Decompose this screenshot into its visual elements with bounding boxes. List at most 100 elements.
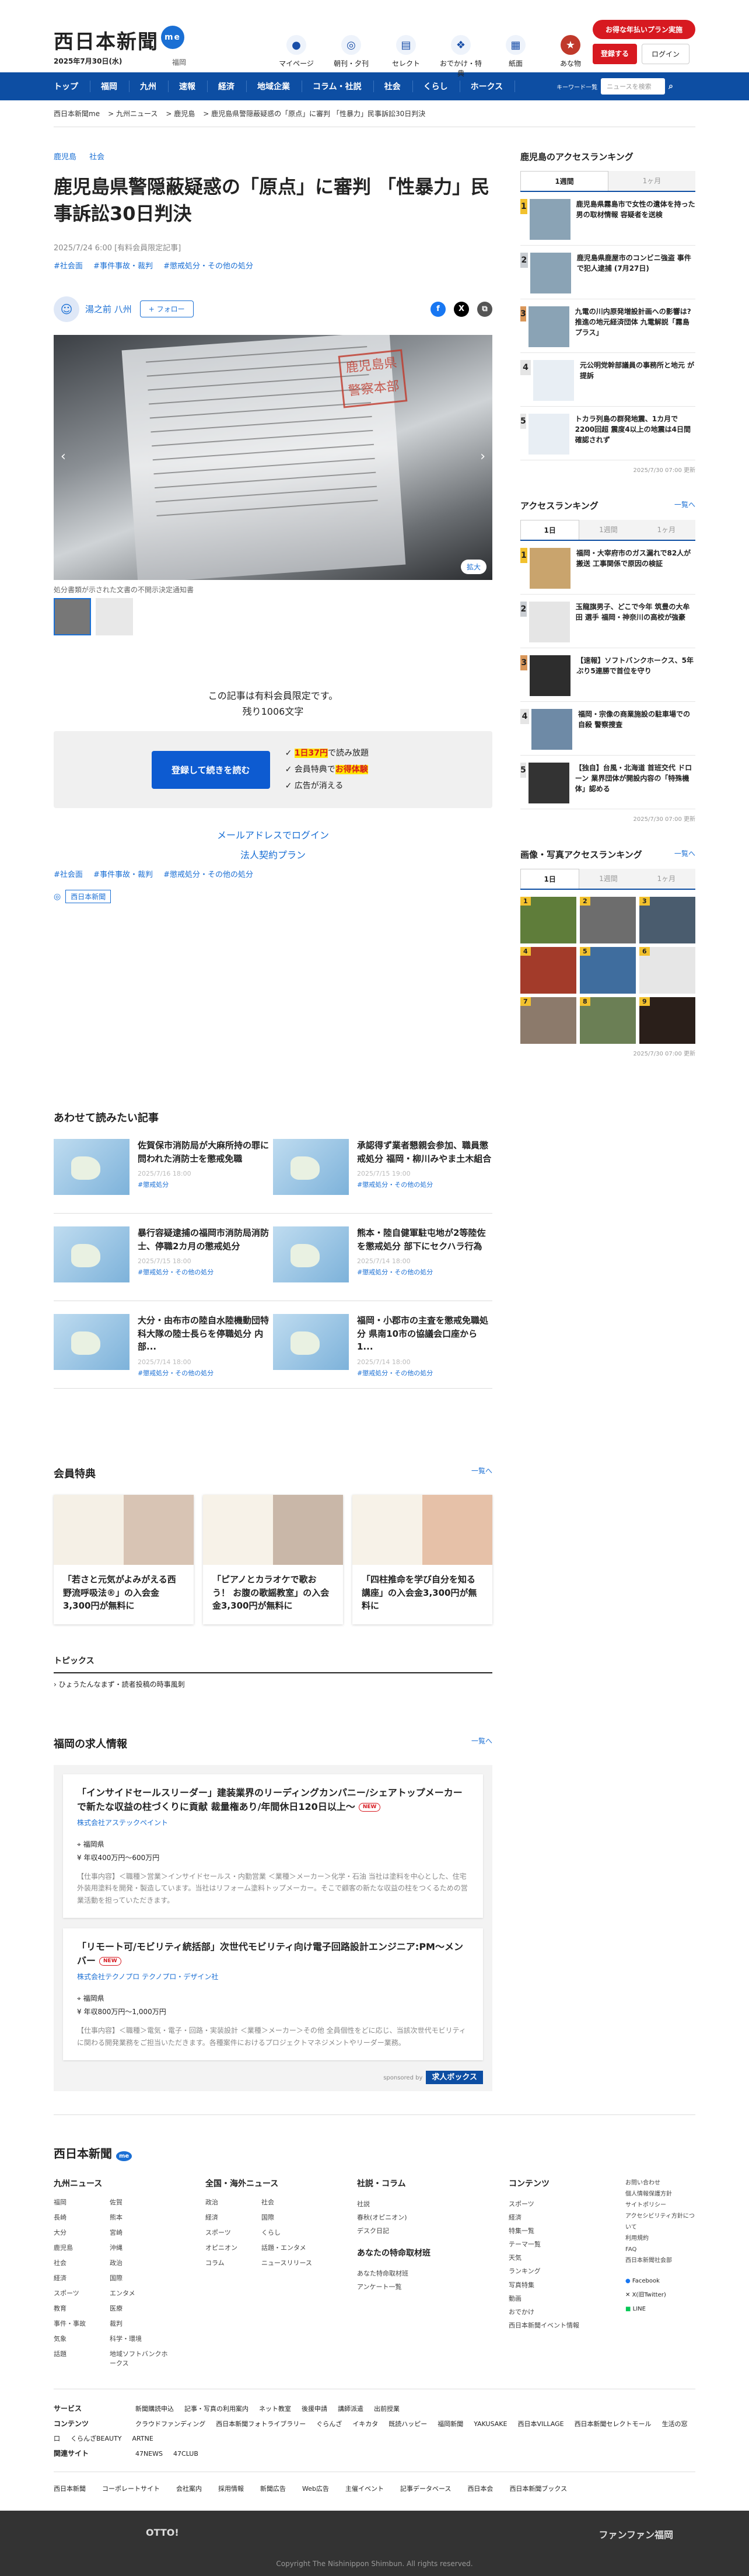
ranking-item[interactable]: 1 福岡・大宰府市のガス漏れで82人が搬送 工事関係で原因の検証 xyxy=(520,541,695,595)
footer-link[interactable]: 話題 xyxy=(54,2349,110,2368)
footer-row-link[interactable]: 47NEWS xyxy=(135,2450,163,2458)
facebook-link[interactable]: ● Facebook xyxy=(625,2274,695,2288)
zoom-button[interactable]: 拡大 xyxy=(460,559,487,574)
footer-row-link[interactable]: 西日本新聞セレクトモール xyxy=(575,2420,652,2428)
category-link[interactable]: 鹿児島 xyxy=(54,153,76,162)
x-icon[interactable]: X xyxy=(454,301,469,317)
footer-row-link[interactable]: 講師派遣 xyxy=(338,2405,363,2413)
footer-row-link[interactable]: 記事・写真の利用案内 xyxy=(184,2405,249,2413)
tag-link[interactable]: #社会面 xyxy=(54,262,83,271)
register-button[interactable]: 登録する xyxy=(592,44,637,64)
footer-link[interactable]: 気象 xyxy=(54,2334,110,2343)
source-label[interactable]: 西日本新聞 xyxy=(65,890,111,904)
photo-thumb[interactable]: 6 xyxy=(639,947,695,994)
next-arrow-icon[interactable]: › xyxy=(480,449,485,464)
ranking-item[interactable]: 5 トカラ列島の群発地震、1カ月で2200回超 震度4以上の地震は4日間確認されず xyxy=(520,407,695,460)
topics-item[interactable]: › ひょうたんなまず・読者投稿の時事風刺 xyxy=(54,1673,492,1689)
ranking-item[interactable]: 4 福岡・宗像の商業施設の駐車場での自殺 警察捜査 xyxy=(520,702,695,756)
footer-link[interactable]: アクセシビリティ方針について xyxy=(625,2211,695,2233)
nav-hawks[interactable]: ホークス xyxy=(471,81,516,92)
footer-link[interactable]: スポーツ xyxy=(205,2228,261,2237)
footer-link[interactable]: 熊本 xyxy=(110,2213,168,2222)
header-newspaper[interactable]: ◎ 朝刊・夕刊 xyxy=(329,35,373,78)
header-outing[interactable]: ❖ おでかけ・特典 xyxy=(439,35,483,78)
footer-link[interactable]: スポーツ xyxy=(509,2197,625,2211)
footer-link[interactable]: 政治 xyxy=(205,2197,261,2207)
article-photo[interactable]: 鹿児島県警察本部 ‹ › 拡大 xyxy=(54,334,492,580)
footer-row-link[interactable]: 新聞購読申込 xyxy=(135,2405,174,2413)
footer-row-link[interactable]: くらんざBEAUTY xyxy=(71,2435,122,2442)
footer-row-link[interactable]: クラウドファンディング xyxy=(135,2420,205,2428)
footer-row-link[interactable]: 既読ハッピー xyxy=(388,2420,427,2428)
footer-row-link[interactable]: 出前授業 xyxy=(374,2405,400,2413)
tag-link[interactable]: #事件事故・裁判 xyxy=(93,262,153,271)
nav-kyushu[interactable]: 九州 xyxy=(140,81,169,92)
tab-month[interactable]: 1ヶ月 xyxy=(637,520,695,540)
facebook-icon[interactable]: f xyxy=(430,301,446,317)
footer-link[interactable]: 社説 xyxy=(357,2197,509,2211)
more-link[interactable]: 一覧へ xyxy=(674,848,695,861)
thumbnail[interactable] xyxy=(54,597,91,635)
photo-thumb[interactable]: 2 xyxy=(580,897,636,943)
tab-week[interactable]: 1週間 xyxy=(579,520,638,540)
tag-link[interactable]: #懲戒処分・その他の処分 xyxy=(163,871,253,879)
footer-link[interactable]: お問い合わせ xyxy=(625,2177,695,2189)
footer-link[interactable]: 国際 xyxy=(110,2273,168,2283)
site-logo[interactable]: 西日本新聞 me xyxy=(54,26,184,54)
footer-link[interactable]: 教育 xyxy=(54,2304,110,2313)
photo-thumb[interactable]: 8 xyxy=(580,997,636,1044)
footer-link[interactable]: くらし xyxy=(261,2228,320,2237)
header-paper[interactable]: ▦ 紙面 xyxy=(494,35,538,78)
promo-button[interactable]: お得な年払いプラン実施 xyxy=(592,20,695,39)
footer-link[interactable]: 特集一覧 xyxy=(509,2224,625,2238)
related-item[interactable]: 暴行容疑逮捕の福岡市消防局消防士、停職2カ月の懲戒処分 2025/7/15 18:… xyxy=(54,1226,273,1301)
tab-month[interactable]: 1ヶ月 xyxy=(608,171,695,191)
ranking-item[interactable]: 2 玉龍旗男子、どこで今年 筑豊の大牟田 選手 福岡・神奈川の高校が強豪 xyxy=(520,595,695,648)
footer-link[interactable]: 動画 xyxy=(509,2292,625,2305)
footer-row-link[interactable]: ネット教室 xyxy=(259,2405,291,2413)
footer-link[interactable]: サイトポリシー xyxy=(625,2200,695,2211)
footer-row-link[interactable]: 西日本VILLAGE xyxy=(517,2420,564,2428)
nav-life[interactable]: くらし xyxy=(424,81,460,92)
search-input[interactable]: ニュースを検索 xyxy=(601,78,666,95)
tab-week[interactable]: 1週間 xyxy=(579,869,638,889)
footer-link[interactable]: 経済 xyxy=(205,2213,261,2222)
footer-link[interactable]: 国際 xyxy=(261,2213,320,2222)
nav-breaking[interactable]: 速報 xyxy=(179,81,208,92)
footer-link[interactable]: あなた特命取材班 xyxy=(357,2267,509,2280)
footer-bottom-link[interactable]: 新聞広告 xyxy=(260,2484,286,2493)
job-card[interactable]: 「リモート可/モビリティ統括部」次世代モビリティ向け電子回路設計エンジニア:PM… xyxy=(63,1928,483,2060)
footer-link[interactable]: 社会 xyxy=(261,2197,320,2207)
login-button[interactable]: ログイン xyxy=(642,44,690,64)
header-region[interactable]: 福岡 xyxy=(172,57,186,67)
footer-link[interactable]: FAQ xyxy=(625,2244,695,2255)
footer-link[interactable]: スポーツ xyxy=(54,2288,110,2298)
footer-bottom-link[interactable]: Web広告 xyxy=(302,2484,329,2493)
footer-link[interactable]: 経済 xyxy=(54,2273,110,2283)
email-login-link[interactable]: メールアドレスでログイン xyxy=(54,826,492,845)
job-card[interactable]: 「インサイドセールスリーダー」建装業界のリーディングカンパニー/シェアトップメー… xyxy=(63,1774,483,1918)
author-name[interactable]: 湯之前 八州 xyxy=(85,303,132,315)
tab-day[interactable]: 1日 xyxy=(520,869,580,889)
footer-link[interactable]: 地域ソフトバンクホークス xyxy=(110,2349,168,2368)
more-link[interactable]: 一覧へ xyxy=(674,499,695,512)
photo-thumb[interactable]: 1 xyxy=(520,897,576,943)
related-item[interactable]: 熊本・陸自健軍駐屯地が2等陸佐を懲戒処分 部下にセクハラ行為 2025/7/14 … xyxy=(273,1226,492,1301)
footer-link[interactable]: 福岡 xyxy=(54,2197,110,2207)
keyword-list-link[interactable]: キーワード一覧 xyxy=(556,82,597,91)
footer-link[interactable]: 写真特集 xyxy=(509,2278,625,2292)
ranking-item[interactable]: 3 九電の川内原発増設計画への影響は? 推進の地元経済団体 九電解説「霧島プラス」 xyxy=(520,299,695,353)
nav-fukuoka[interactable]: 福岡 xyxy=(101,81,130,92)
footer-link[interactable]: 利用規約 xyxy=(625,2233,695,2244)
footer-link[interactable]: 西日本新聞イベント情報 xyxy=(509,2319,625,2332)
footer-row-link[interactable]: 後援申請 xyxy=(302,2405,327,2413)
footer-bottom-link[interactable]: 記事データベース xyxy=(400,2484,451,2493)
footer-row-link[interactable]: イキカタ xyxy=(352,2420,378,2428)
tab-week[interactable]: 1週間 xyxy=(520,171,608,191)
header-kids[interactable]: ★ あな物 xyxy=(548,35,593,78)
footer-link[interactable]: 個人情報保護方針 xyxy=(625,2189,695,2200)
footer-link[interactable]: 医療 xyxy=(110,2304,168,2313)
footer-row-link[interactable]: 西日本新聞フォトライブラリー xyxy=(216,2420,306,2428)
tab-month[interactable]: 1ヶ月 xyxy=(637,869,695,889)
footer-link[interactable]: 政治 xyxy=(110,2258,168,2267)
